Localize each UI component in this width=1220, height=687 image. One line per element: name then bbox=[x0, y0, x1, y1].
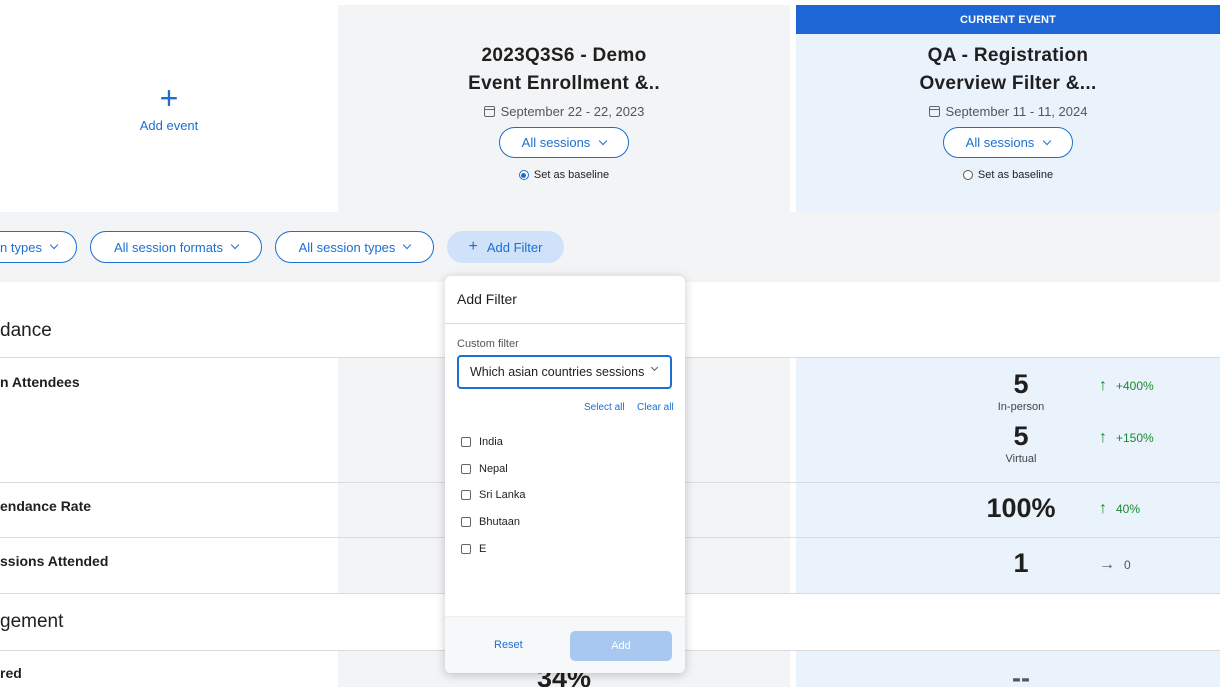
select-all-link[interactable]: Select all bbox=[584, 402, 625, 413]
sessions-dropdown-label: All sessions bbox=[521, 135, 591, 150]
event-date: September 11 - 11, 2024 bbox=[928, 104, 1088, 119]
option-label: Bhutaan bbox=[479, 516, 520, 528]
event-column-baseline: 2023Q3S6 - Demo Event Enrollment &.. Sep… bbox=[338, 5, 790, 212]
metric-inperson-label: In-person bbox=[997, 401, 1045, 413]
add-event-button[interactable]: + Add event bbox=[0, 5, 338, 212]
metric-value: 100% bbox=[986, 493, 1056, 523]
custom-filter-select-value: Which asian countries sessions bbox=[470, 365, 645, 379]
chevron-down-icon bbox=[230, 240, 240, 250]
filter-label: n types bbox=[0, 239, 42, 255]
current-event-banner: CURRENT EVENT bbox=[796, 5, 1220, 34]
arrow-right-icon: → bbox=[1099, 556, 1115, 573]
option-label: Nepal bbox=[479, 463, 508, 475]
delta-inperson: ↑ +400% bbox=[1099, 377, 1154, 394]
set-baseline-radio[interactable]: Set as baseline bbox=[962, 169, 1054, 181]
option-label: E bbox=[479, 543, 487, 555]
option-e[interactable]: E bbox=[461, 543, 486, 555]
set-baseline-radio[interactable]: Set as baseline bbox=[518, 169, 610, 181]
row-label: endance Rate bbox=[0, 498, 92, 514]
chevron-down-icon bbox=[403, 240, 412, 250]
row-label: n Attendees bbox=[0, 374, 80, 390]
arrow-up-icon: ↑ bbox=[1099, 377, 1107, 394]
set-baseline-label: Set as baseline bbox=[533, 169, 610, 181]
cell-current: 5 In-person ↑ +400% 5 Virtual ↑ +150% bbox=[796, 358, 1220, 482]
option-label: India bbox=[479, 436, 503, 448]
add-button[interactable]: Add bbox=[570, 631, 672, 661]
add-filter-button[interactable]: + Add Filter bbox=[447, 231, 564, 263]
checkbox-icon[interactable] bbox=[461, 544, 471, 554]
filter-label: All session types bbox=[298, 239, 396, 255]
event-date-text: September 22 - 22, 2023 bbox=[500, 104, 645, 119]
sessions-dropdown[interactable]: All sessions bbox=[943, 127, 1073, 158]
radio-unselected-icon bbox=[962, 170, 973, 180]
checkbox-icon[interactable] bbox=[461, 464, 471, 474]
option-bhutaan[interactable]: Bhutaan bbox=[461, 516, 520, 528]
row-label: red bbox=[0, 665, 22, 681]
option-label: Sri Lanka bbox=[479, 489, 526, 501]
popover-title: Add Filter bbox=[457, 291, 517, 307]
clear-all-link[interactable]: Clear all bbox=[637, 402, 674, 413]
plus-icon: + bbox=[468, 238, 478, 255]
cell-current: 100% ↑ 40% bbox=[796, 483, 1220, 537]
sessions-dropdown[interactable]: All sessions bbox=[499, 127, 629, 158]
option-india[interactable]: India bbox=[461, 436, 503, 448]
metric-inperson-value: 5 bbox=[1013, 369, 1029, 399]
option-sri-lanka[interactable]: Sri Lanka bbox=[461, 489, 525, 501]
section-title: gement bbox=[0, 611, 64, 632]
sessions-dropdown-label: All sessions bbox=[965, 135, 1035, 150]
checkbox-icon[interactable] bbox=[461, 490, 471, 500]
chevron-down-icon bbox=[49, 240, 59, 250]
radio-selected-icon bbox=[518, 170, 529, 180]
event-title-line: 2023Q3S6 - Demo bbox=[481, 45, 647, 66]
filter-session-types-dropdown[interactable]: All session types bbox=[275, 231, 434, 263]
delta-value: 0 bbox=[1124, 558, 1131, 572]
delta-value: 40% bbox=[1116, 502, 1141, 516]
chevron-down-icon bbox=[1043, 136, 1052, 145]
event-title-line: QA - Registration bbox=[927, 45, 1089, 66]
plus-icon: + bbox=[159, 80, 179, 116]
add-filter-popover: Add Filter Custom filter Which asian cou… bbox=[445, 276, 685, 673]
delta-rate: ↑ 40% bbox=[1099, 500, 1141, 517]
popover-footer: Reset Add bbox=[445, 616, 685, 673]
set-baseline-label: Set as baseline bbox=[977, 169, 1054, 181]
add-event-label: Add event bbox=[139, 118, 199, 133]
delta-value: +150% bbox=[1116, 431, 1154, 445]
cell-current: 1 → 0 bbox=[796, 538, 1220, 593]
checkbox-icon[interactable] bbox=[461, 517, 471, 527]
arrow-up-icon: ↑ bbox=[1099, 429, 1107, 446]
calendar-icon bbox=[483, 106, 495, 117]
event-title: 2023Q3S6 - Demo Event Enrollment &.. bbox=[434, 42, 694, 98]
filter-session-formats-dropdown[interactable]: All session formats bbox=[90, 231, 262, 263]
filter-label: All session formats bbox=[113, 239, 224, 255]
metric-value: -- bbox=[1012, 663, 1030, 687]
custom-filter-label: Custom filter bbox=[457, 338, 519, 350]
add-filter-label: Add Filter bbox=[486, 239, 543, 255]
custom-filter-select[interactable]: Which asian countries sessions bbox=[457, 355, 672, 389]
event-title-line: Event Enrollment &.. bbox=[468, 73, 660, 94]
event-title-line: Overview Filter &... bbox=[919, 73, 1097, 94]
event-date-text: September 11 - 11, 2024 bbox=[945, 104, 1088, 119]
row-label: ssions Attended bbox=[0, 553, 109, 569]
chevron-down-icon bbox=[650, 363, 659, 372]
option-nepal[interactable]: Nepal bbox=[461, 463, 508, 475]
metric-virtual-label: Virtual bbox=[1005, 453, 1037, 465]
delta-sessions: → 0 bbox=[1099, 556, 1131, 573]
event-date: September 22 - 22, 2023 bbox=[483, 104, 645, 119]
event-column-current: CURRENT EVENT QA - Registration Overview… bbox=[796, 5, 1220, 212]
divider bbox=[445, 323, 685, 324]
arrow-up-icon: ↑ bbox=[1099, 500, 1107, 517]
section-title: dance bbox=[0, 320, 52, 341]
delta-value: +400% bbox=[1116, 379, 1154, 393]
filter-types-dropdown[interactable]: n types bbox=[0, 231, 77, 263]
checkbox-icon[interactable] bbox=[461, 437, 471, 447]
metric-value: 1 bbox=[1013, 548, 1029, 578]
reset-button[interactable]: Reset bbox=[494, 639, 523, 651]
cell-current: -- bbox=[796, 651, 1220, 687]
event-title: QA - Registration Overview Filter &... bbox=[878, 42, 1138, 98]
chevron-down-icon bbox=[599, 136, 608, 145]
metric-virtual-value: 5 bbox=[1013, 421, 1029, 451]
delta-virtual: ↑ +150% bbox=[1099, 429, 1154, 446]
calendar-icon bbox=[928, 106, 940, 117]
filter-bar: n types All session formats All session … bbox=[0, 212, 1220, 282]
